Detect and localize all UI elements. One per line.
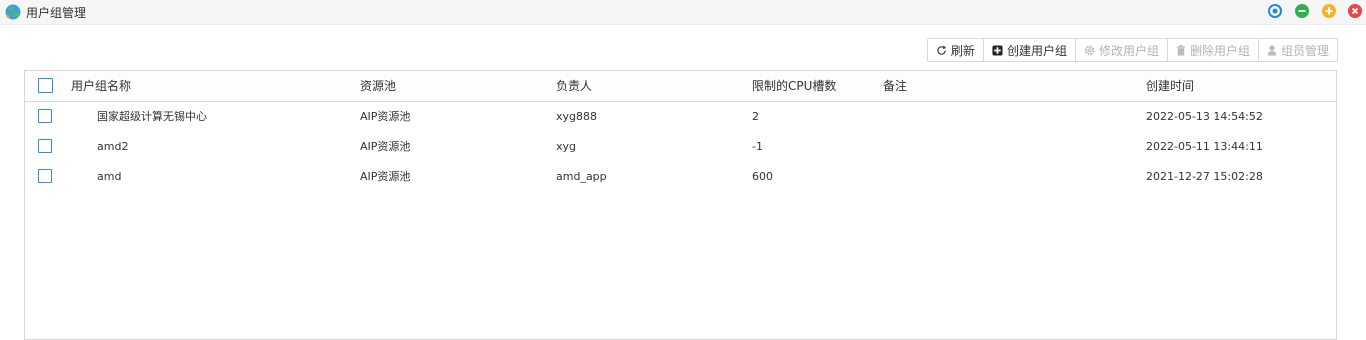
create-group-label: 创建用户组 bbox=[1006, 43, 1067, 58]
group-table: 用户组名称 资源池 负责人 限制的CPU槽数 备注 创建时间 国家超级计算无锡中… bbox=[24, 70, 1337, 340]
window-title: 用户组管理 bbox=[26, 6, 87, 20]
column-header-created[interactable]: 创建时间 bbox=[1146, 71, 1194, 101]
title-bar: 用户组管理 bbox=[0, 0, 1366, 25]
toolbar: 刷新 创建用户组 修改用户组 删除用户组 组员管理 bbox=[926, 38, 1338, 62]
pool-cell: AIP资源池 bbox=[360, 110, 411, 123]
user-icon bbox=[1267, 44, 1277, 56]
cpu-slots-cell: -1 bbox=[752, 140, 763, 153]
refresh-button[interactable]: 刷新 bbox=[928, 39, 984, 61]
owner-cell: xyg bbox=[556, 140, 577, 153]
target-icon[interactable] bbox=[1268, 4, 1282, 18]
plus-square-icon bbox=[992, 44, 1003, 56]
gear-icon bbox=[1084, 45, 1095, 56]
group-name-cell: amd2 bbox=[97, 140, 129, 153]
cpu-slots-cell: 2 bbox=[752, 110, 759, 123]
table-row[interactable]: amd AIP资源池 amd_app 600 2021-12-27 15:02:… bbox=[25, 162, 1336, 192]
owner-cell: xyg888 bbox=[556, 110, 597, 123]
refresh-label: 刷新 bbox=[950, 43, 975, 58]
minimize-icon[interactable] bbox=[1295, 4, 1309, 18]
select-all-checkbox[interactable] bbox=[38, 78, 53, 93]
app-globe-icon bbox=[4, 3, 22, 21]
edit-group-label: 修改用户组 bbox=[1098, 43, 1159, 58]
group-name-cell: amd bbox=[97, 170, 122, 183]
trash-icon bbox=[1176, 44, 1186, 56]
table-row[interactable]: amd2 AIP资源池 xyg -1 2022-05-11 13:44:11 bbox=[25, 132, 1336, 162]
pool-cell: AIP资源池 bbox=[360, 140, 411, 153]
row-checkbox[interactable] bbox=[38, 139, 52, 153]
pool-cell: AIP资源池 bbox=[360, 170, 411, 183]
close-icon[interactable] bbox=[1348, 4, 1362, 18]
delete-group-button[interactable]: 删除用户组 bbox=[1168, 39, 1259, 61]
created-cell: 2022-05-13 14:54:52 bbox=[1146, 110, 1263, 123]
column-header-cpu-slots[interactable]: 限制的CPU槽数 bbox=[752, 71, 836, 101]
column-header-pool[interactable]: 资源池 bbox=[360, 71, 396, 101]
row-checkbox[interactable] bbox=[38, 169, 52, 183]
column-header-owner[interactable]: 负责人 bbox=[556, 71, 592, 101]
column-header-name[interactable]: 用户组名称 bbox=[71, 71, 131, 101]
row-checkbox[interactable] bbox=[38, 109, 52, 123]
member-manage-button[interactable]: 组员管理 bbox=[1259, 39, 1337, 61]
created-cell: 2021-12-27 15:02:28 bbox=[1146, 170, 1263, 183]
created-cell: 2022-05-11 13:44:11 bbox=[1146, 140, 1263, 153]
owner-cell: amd_app bbox=[556, 170, 607, 183]
group-name-cell: 国家超级计算无锡中心 bbox=[97, 110, 207, 123]
table-row[interactable]: 国家超级计算无锡中心 AIP资源池 xyg888 2 2022-05-13 14… bbox=[25, 102, 1336, 132]
member-manage-label: 组员管理 bbox=[1280, 43, 1329, 58]
cpu-slots-cell: 600 bbox=[752, 170, 773, 183]
refresh-icon bbox=[936, 45, 947, 56]
table-header: 用户组名称 资源池 负责人 限制的CPU槽数 备注 创建时间 bbox=[25, 71, 1336, 102]
edit-group-button[interactable]: 修改用户组 bbox=[1076, 39, 1168, 61]
create-group-button[interactable]: 创建用户组 bbox=[984, 39, 1076, 61]
column-header-remark[interactable]: 备注 bbox=[883, 71, 907, 101]
delete-group-label: 删除用户组 bbox=[1189, 43, 1250, 58]
maximize-icon[interactable] bbox=[1322, 4, 1336, 18]
